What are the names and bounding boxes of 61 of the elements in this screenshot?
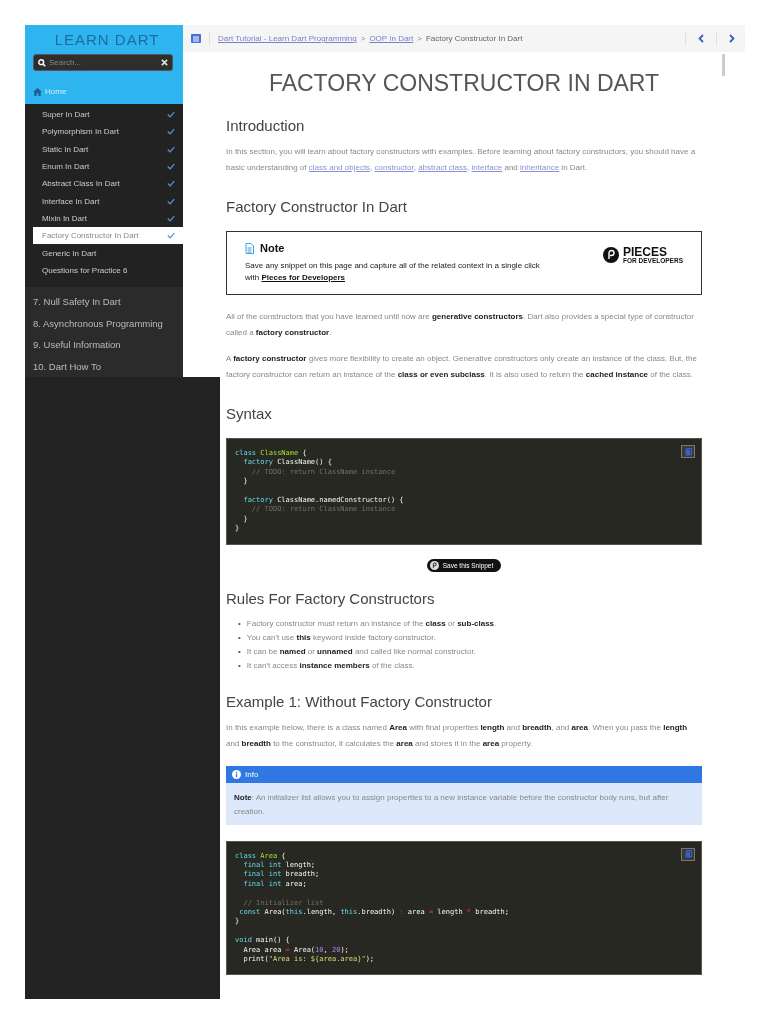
search-field[interactable]: Search... [33,54,173,71]
lesson-item[interactable]: Questions for Practice 6 [33,261,183,279]
chapter-item[interactable]: 7. Null Safety In Dart [25,290,183,313]
paragraph: In this section, you will learn about factory constructors with examples. Before learning about factory constructors, you should have a basic understanding of class and objects, constructor, abstract class, interface and inheritance in Dart. [226,146,697,174]
lesson-item[interactable]: Abstract Class In Dart [33,175,183,193]
list-item: You can't use this keyword inside factory constructor. [246,631,436,644]
logo-icon [603,247,620,264]
section-heading: Introduction [226,117,306,134]
copy-icon [684,447,692,456]
lesson-item[interactable]: Factory Constructor In Dart [33,227,183,245]
menu-icon[interactable] [191,34,201,43]
lesson-item[interactable]: Interface In Dart [33,192,183,210]
page-title: FACTORY CONSTRUCTOR IN DART [267,70,661,97]
search-icon [38,58,46,67]
list-item: It can be named or unnamed and called like normal constructor. [246,645,476,658]
lesson-item[interactable]: Static In Dart [33,140,183,158]
paragraph: In this example below, there is a class named Area with final properties length and breadth, and area. When you pass the length and breadth to the constructor, it calculates the area and stores it in the area property. [226,721,689,750]
breadcrumb-link[interactable]: Dart Tutorial - Learn Dart Programming [218,34,357,43]
paragraph: A factory constructor gives more flexibility to create an object. Generative constructors only create an instance of the class. But, the factory constructor can return an instance of the class or even subclass. It is also used to return the cached instance of the class. [226,353,698,381]
chevron-right-icon [729,34,735,43]
copy-icon [684,850,692,859]
copy-button[interactable] [681,847,695,861]
section-heading: Factory Constructor In Dart [226,198,408,215]
document-icon [245,242,254,254]
list-item: It can't access instance members of the class. [246,659,415,672]
bullet: • [238,659,241,672]
search-input[interactable]: Search... [49,58,158,67]
breadcrumb-current: Factory Constructor In Dart [425,34,523,43]
paragraph: All of the constructors that you have learned until now are generative constructors. Dart also provides a special type of constructor called a factory constructor. [226,311,695,339]
lesson-item[interactable]: Polymorphism In Dart [33,123,183,141]
site-title: LEARN DART [53,31,161,48]
breadcrumb-separator: > [417,34,422,43]
brand-name: PIECES [623,246,668,258]
list-item: Factory constructor must return an instance of the class or sub-class. [246,617,497,630]
pieces-link[interactable]: Pieces for Developers [261,273,346,282]
section-heading: Rules For Factory Constructors [226,589,436,607]
info-icon [232,769,241,779]
chevron-left-icon [698,34,704,43]
section-heading: Example 1: Without Factory Constructor [226,692,493,710]
chapter-item[interactable]: 8. Asynchronous Programming [25,312,183,334]
bullet: • [238,617,241,630]
home-icon [33,87,42,96]
breadcrumb-link[interactable]: OOP In Dart [369,34,414,43]
info-text: Note: An initializer list allows you to assign properties to a new instance variable before the constructor body runs, but after creation. [233,791,670,818]
bullet: • [238,645,241,658]
chapter-item[interactable]: 10. Dart How To [25,355,183,377]
breadcrumb-separator: > [360,34,366,43]
info-title: Info [245,769,259,779]
section-heading: Syntax [226,405,273,422]
lesson-item[interactable]: Generic In Dart [33,244,183,262]
logo-icon [429,560,439,570]
chapter-item[interactable]: 9. Useful Information [25,333,183,356]
copy-button[interactable] [681,445,695,458]
note-text: Save any snippet on this page and capture all of the related context in a single click with Pieces for Developers [245,260,541,284]
scrollbar-thumb[interactable] [722,54,725,76]
lesson-item[interactable]: Enum In Dart [33,157,183,176]
lesson-item[interactable]: Mixin In Dart [33,209,183,228]
close-icon[interactable] [161,59,168,66]
bullet: • [238,631,241,644]
lesson-item[interactable]: Super In Dart [33,106,183,124]
note-title: Note [260,242,285,254]
